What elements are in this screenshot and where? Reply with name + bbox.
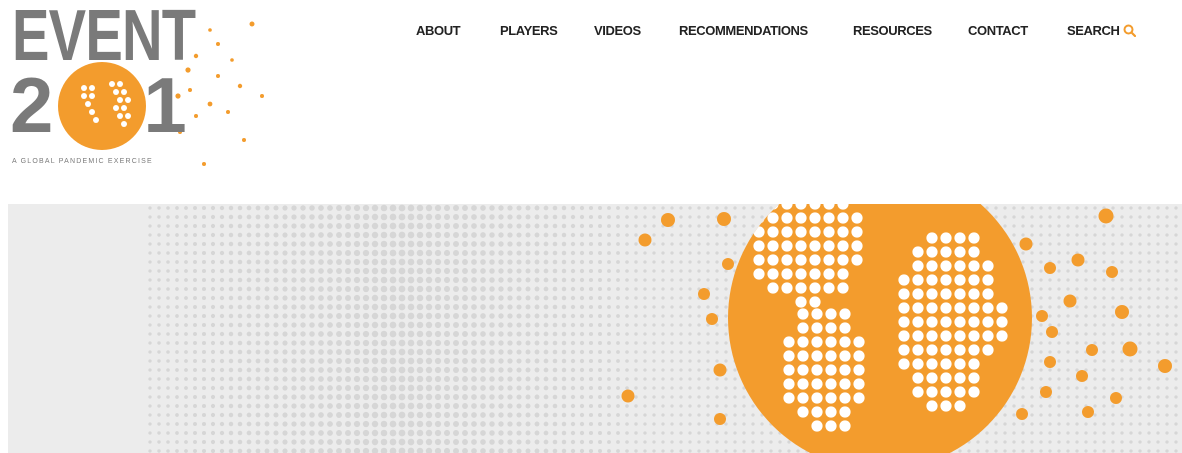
search-icon: [1123, 24, 1136, 37]
hero-graphic: [8, 204, 1182, 453]
nav-search-label: SEARCH: [1067, 23, 1120, 38]
nav-item-recommendations[interactable]: RECOMMENDATIONS: [679, 23, 808, 38]
nav-item-search[interactable]: SEARCH: [1067, 23, 1136, 38]
logo-number-two: 2: [10, 61, 53, 149]
nav-item-videos[interactable]: VIDEOS: [594, 23, 641, 38]
site-header: EVENT 21 A GLOBAL PANDEMIC EXERCISE ABOU…: [0, 0, 1182, 204]
logo-tagline: A GLOBAL PANDEMIC EXERCISE: [12, 158, 153, 165]
main-nav: ABOUT PLAYERS VIDEOS RECOMMENDATIONS RES…: [0, 23, 1182, 43]
nav-item-players[interactable]: PLAYERS: [500, 23, 558, 38]
nav-item-about[interactable]: ABOUT: [416, 23, 461, 38]
nav-item-contact[interactable]: CONTACT: [968, 23, 1028, 38]
nav-item-resources[interactable]: RESOURCES: [853, 23, 932, 38]
logo-globe-icon: [58, 62, 146, 150]
hero-banner: [0, 204, 1182, 453]
